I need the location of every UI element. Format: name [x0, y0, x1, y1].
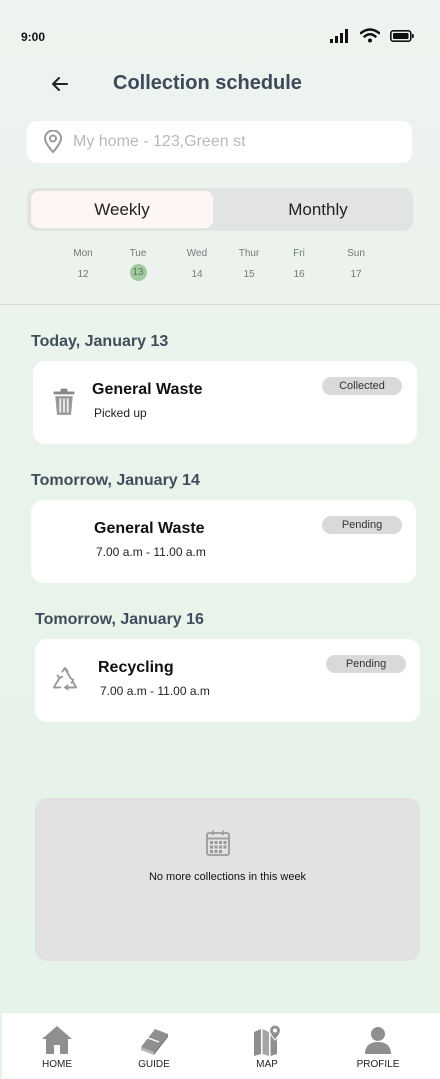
card-subtitle: 7.00 a.m - 11.00 a.m [96, 545, 206, 559]
day-name: Sun [347, 248, 365, 259]
location-pin-icon [43, 130, 63, 154]
collection-card[interactable]: General Waste 7.00 a.m - 11.00 a.m Pendi… [31, 500, 416, 583]
day-wed[interactable]: Wed 14 [177, 248, 217, 283]
bottom-nav: HOME GUIDE MAP PROFILE [2, 1013, 440, 1079]
day-number: 17 [350, 269, 362, 280]
card-subtitle: Picked up [94, 406, 147, 420]
status-badge: Pending [322, 516, 402, 534]
day-name: Fri [293, 248, 305, 259]
day-name: Tue [129, 248, 147, 259]
home-icon [42, 1026, 72, 1054]
day-number: 16 [293, 269, 305, 280]
nav-profile[interactable]: PROFILE [343, 1023, 413, 1070]
day-sun[interactable]: Sun 17 [336, 248, 376, 283]
book-icon [141, 1029, 168, 1055]
back-button[interactable] [46, 70, 74, 98]
status-badge: Collected [322, 377, 402, 395]
nav-label: PROFILE [356, 1059, 400, 1070]
collection-card[interactable]: General Waste Picked up Collected [33, 361, 417, 444]
divider [0, 304, 440, 305]
card-title: Recycling [98, 659, 174, 676]
nav-label: MAP [256, 1059, 278, 1070]
card-title: General Waste [94, 520, 205, 537]
day-number-selected: 13 [129, 264, 147, 281]
arrow-left-icon [52, 77, 68, 91]
status-time: 9:00 [21, 30, 46, 44]
header: Collection schedule [0, 60, 440, 110]
nav-guide[interactable]: GUIDE [119, 1023, 189, 1070]
week-day-strip: Mon 12 Tue 13 Wed 14 Thur 15 Fri 16 Sun … [0, 248, 440, 288]
day-name: Thur [238, 248, 260, 259]
trash-icon [53, 388, 75, 415]
nav-map[interactable]: MAP [232, 1023, 302, 1070]
day-fri[interactable]: Fri 16 [279, 248, 319, 283]
day-tue[interactable]: Tue 13 [118, 248, 158, 281]
section-title: Tomorrow, January 16 [35, 611, 204, 628]
tab-weekly[interactable]: Weekly [31, 191, 213, 228]
day-name: Wed [186, 248, 208, 259]
tab-monthly[interactable]: Monthly [227, 191, 409, 228]
section-title: Today, January 13 [31, 333, 169, 350]
nav-home[interactable]: HOME [22, 1023, 92, 1070]
profile-icon [365, 1027, 391, 1054]
status-bar: 9:00 [0, 0, 440, 60]
card-title: General Waste [92, 381, 203, 398]
day-mon[interactable]: Mon 12 [63, 248, 103, 283]
nav-label: HOME [42, 1059, 72, 1070]
location-placeholder: My home - 123,Green st [73, 133, 246, 150]
battery-icon [390, 29, 414, 42]
location-input[interactable]: My home - 123,Green st [27, 121, 412, 163]
day-name: Mon [73, 248, 93, 259]
nav-label: GUIDE [138, 1059, 170, 1070]
collection-card[interactable]: Recycling 7.00 a.m - 11.00 a.m Pending [35, 639, 420, 722]
recycle-icon [52, 667, 78, 691]
section-title: Tomorrow, January 14 [31, 472, 200, 489]
card-subtitle: 7.00 a.m - 11.00 a.m [100, 684, 210, 698]
day-number: 14 [191, 269, 203, 280]
map-icon [254, 1024, 282, 1056]
calendar-icon [206, 830, 230, 856]
page-title: Collection schedule [113, 72, 302, 94]
status-badge: Pending [326, 655, 406, 673]
empty-state: No more collections in this week [35, 798, 420, 961]
wifi-icon [360, 28, 380, 43]
empty-state-text: No more collections in this week [148, 871, 307, 883]
signal-icon [330, 28, 348, 43]
day-number: 15 [243, 269, 255, 280]
status-icons [330, 28, 414, 43]
day-thur[interactable]: Thur 15 [229, 248, 269, 283]
day-number: 12 [77, 269, 89, 280]
schedule-view-toggle: Weekly Monthly [27, 188, 413, 231]
